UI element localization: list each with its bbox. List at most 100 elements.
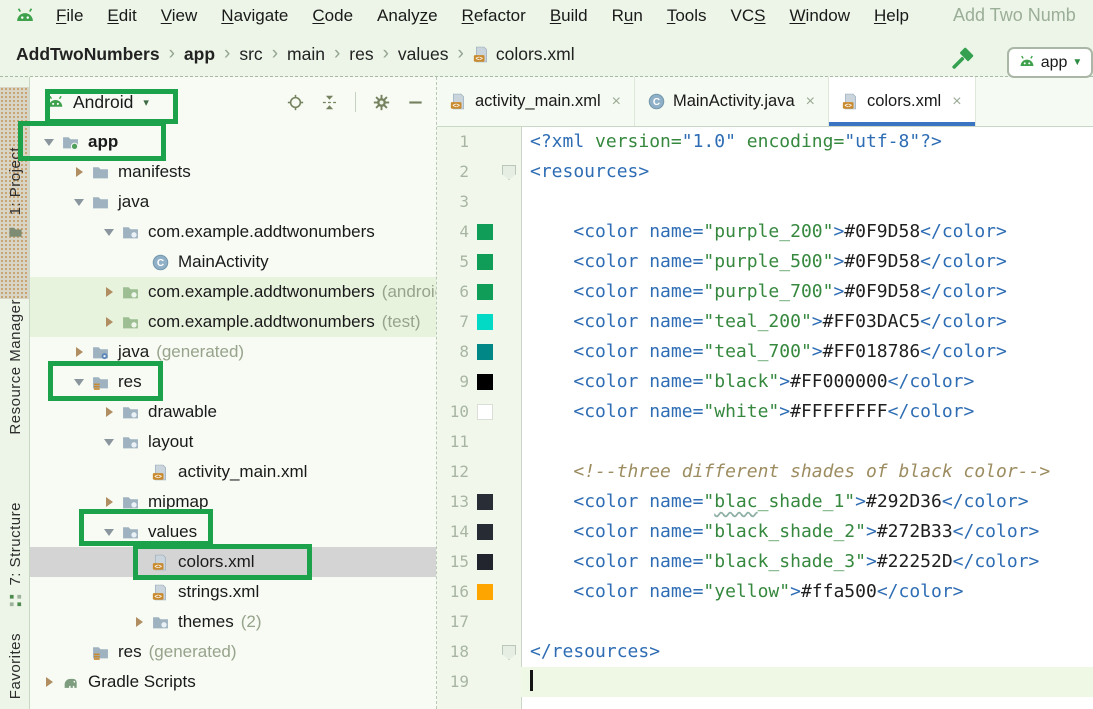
chevron-collapsed-icon[interactable] — [38, 677, 60, 687]
stripe-button-favorites[interactable]: Favorites — [0, 633, 30, 709]
menu-item-code[interactable]: Code — [300, 6, 365, 26]
menu-item-edit[interactable]: Edit — [95, 6, 148, 26]
settings-gear-button[interactable] — [373, 94, 390, 111]
collapse-all-button[interactable] — [321, 94, 338, 111]
breadcrumb-item-src[interactable]: src — [239, 44, 262, 65]
tree-item-themes-2[interactable]: themes(2) — [30, 607, 436, 637]
fold-marker-icon[interactable] — [502, 165, 516, 180]
chevron-expanded-icon[interactable] — [98, 229, 120, 236]
breadcrumb-item-values[interactable]: values — [398, 44, 449, 65]
chevron-expanded-icon[interactable] — [68, 199, 90, 206]
close-tab-icon[interactable]: × — [612, 93, 621, 111]
tree-item-drawable[interactable]: drawable — [30, 397, 436, 427]
chevron-collapsed-icon[interactable] — [98, 407, 120, 417]
color-swatch[interactable] — [477, 254, 493, 270]
editor-line-2[interactable]: 2<resources> — [437, 157, 1093, 187]
editor-line-1[interactable]: 1<?xml version="1.0" encoding="utf-8"?> — [437, 127, 1093, 157]
color-swatch[interactable] — [477, 314, 493, 330]
menu-item-help[interactable]: Help — [862, 6, 921, 26]
menu-item-view[interactable]: View — [149, 6, 210, 26]
menu-item-build[interactable]: Build — [538, 6, 600, 26]
breadcrumb-item-addtwonumbers[interactable]: AddTwoNumbers — [16, 44, 160, 65]
menu-item-refactor[interactable]: Refactor — [450, 6, 538, 26]
breadcrumb-item-app[interactable]: app — [184, 44, 215, 65]
tree-item-values[interactable]: values — [30, 517, 436, 547]
tree-item-res[interactable]: res — [30, 367, 436, 397]
editor-line-4[interactable]: 4 <color name="purple_200">#0F9D58</colo… — [437, 217, 1093, 247]
color-swatch[interactable] — [477, 344, 493, 360]
editor-line-17[interactable]: 17 — [437, 607, 1093, 637]
color-swatch[interactable] — [477, 224, 493, 240]
chevron-collapsed-icon[interactable] — [68, 167, 90, 177]
color-swatch[interactable] — [477, 404, 493, 420]
menu-item-tools[interactable]: Tools — [655, 6, 719, 26]
color-swatch[interactable] — [477, 584, 493, 600]
tree-item-mainactivity[interactable]: CMainActivity — [30, 247, 436, 277]
tree-item-java-generated[interactable]: java(generated) — [30, 337, 436, 367]
editor-line-11[interactable]: 11 — [437, 427, 1093, 457]
project-view-selector[interactable]: Android ▾ — [46, 92, 149, 113]
editor-line-5[interactable]: 5 <color name="purple_500">#0F9D58</colo… — [437, 247, 1093, 277]
editor-line-13[interactable]: 13 <color name="blac_shade_1">#292D36</c… — [437, 487, 1093, 517]
menu-item-vcs[interactable]: VCS — [719, 6, 778, 26]
editor-line-14[interactable]: 14 <color name="black_shade_2">#272B33</… — [437, 517, 1093, 547]
tab-colors-xml[interactable]: <>colors.xml× — [829, 77, 976, 126]
tree-item-mipmap[interactable]: mipmap — [30, 487, 436, 517]
chevron-collapsed-icon[interactable] — [128, 617, 150, 627]
chevron-expanded-icon[interactable] — [98, 529, 120, 536]
color-swatch[interactable] — [477, 554, 493, 570]
stripe-button-resource-manager[interactable]: Resource Manager — [0, 305, 30, 437]
editor-line-6[interactable]: 6 <color name="purple_700">#0F9D58</colo… — [437, 277, 1093, 307]
breadcrumb-item-colors-xml[interactable]: <>colors.xml — [473, 44, 575, 65]
color-swatch[interactable] — [477, 284, 493, 300]
hide-button[interactable] — [407, 94, 424, 111]
tree-item-com-example-addtwonumbers[interactable]: com.example.addtwonumbers — [30, 217, 436, 247]
tree-item-com-example-addtwonumbers-androidtest[interactable]: com.example.addtwonumbers(androidTest) — [30, 277, 436, 307]
menu-item-navigate[interactable]: Navigate — [209, 6, 300, 26]
color-swatch[interactable] — [477, 524, 493, 540]
tab-activity-main-xml[interactable]: <>activity_main.xml× — [437, 77, 635, 126]
chevron-expanded-icon[interactable] — [38, 139, 60, 146]
editor-line-7[interactable]: 7 <color name="teal_200">#FF03DAC5</colo… — [437, 307, 1093, 337]
tree-item-app[interactable]: app — [30, 127, 436, 157]
editor-line-16[interactable]: 16 <color name="yellow">#ffa500</color> — [437, 577, 1093, 607]
tree-item-strings-xml[interactable]: <>strings.xml — [30, 577, 436, 607]
tree-item-java[interactable]: java — [30, 187, 436, 217]
stripe-button-7-structure[interactable]: 7: Structure — [0, 489, 30, 621]
breadcrumb-item-main[interactable]: main — [287, 44, 325, 65]
tree-item-manifests[interactable]: manifests — [30, 157, 436, 187]
editor-line-12[interactable]: 12 <!--three different shades of black c… — [437, 457, 1093, 487]
editor-line-3[interactable]: 3 — [437, 187, 1093, 217]
locate-button[interactable] — [287, 94, 304, 111]
run-configuration-selector[interactable]: app ▼ — [1007, 47, 1093, 78]
chevron-expanded-icon[interactable] — [98, 439, 120, 446]
close-tab-icon[interactable]: × — [806, 93, 815, 111]
tab-mainactivity-java[interactable]: CMainActivity.java× — [635, 77, 829, 126]
menu-item-analyze[interactable]: Analyze — [365, 6, 450, 26]
chevron-expanded-icon[interactable] — [68, 379, 90, 386]
tree-item-com-example-addtwonumbers-test[interactable]: com.example.addtwonumbers(test) — [30, 307, 436, 337]
editor-line-15[interactable]: 15 <color name="black_shade_3">#22252D</… — [437, 547, 1093, 577]
editor-line-10[interactable]: 10 <color name="white">#FFFFFFFF</color> — [437, 397, 1093, 427]
editor-content[interactable]: 1<?xml version="1.0" encoding="utf-8"?>2… — [437, 127, 1093, 709]
menu-item-file[interactable]: File — [44, 6, 95, 26]
chevron-collapsed-icon[interactable] — [98, 287, 120, 297]
chevron-collapsed-icon[interactable] — [98, 317, 120, 327]
tree-item-layout[interactable]: layout — [30, 427, 436, 457]
tree-item-colors-xml[interactable]: <>colors.xml — [30, 547, 436, 577]
editor-line-8[interactable]: 8 <color name="teal_700">#FF018786</colo… — [437, 337, 1093, 367]
menu-item-run[interactable]: Run — [600, 6, 655, 26]
editor-line-19[interactable]: 19 — [437, 667, 1093, 697]
editor-line-9[interactable]: 9 <color name="black">#FF000000</color> — [437, 367, 1093, 397]
chevron-collapsed-icon[interactable] — [98, 497, 120, 507]
stripe-button-1-project[interactable]: 1: Project — [0, 87, 30, 299]
close-tab-icon[interactable]: × — [952, 93, 961, 111]
fold-marker-icon[interactable] — [502, 645, 516, 660]
tree-item-activity-main-xml[interactable]: <>activity_main.xml — [30, 457, 436, 487]
breadcrumb-item-res[interactable]: res — [349, 44, 373, 65]
color-swatch[interactable] — [477, 374, 493, 390]
editor-line-18[interactable]: 18</resources> — [437, 637, 1093, 667]
tree-item-res-generated[interactable]: res(generated) — [30, 637, 436, 667]
chevron-collapsed-icon[interactable] — [68, 347, 90, 357]
color-swatch[interactable] — [477, 494, 493, 510]
